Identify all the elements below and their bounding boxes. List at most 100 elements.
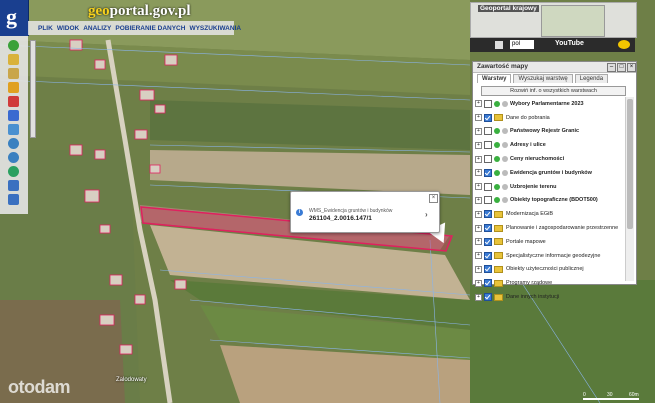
layer-item[interactable]: + Dane innych instytucji — [475, 290, 623, 304]
printer-icon[interactable] — [495, 41, 503, 49]
layer-checkbox[interactable] — [484, 224, 492, 233]
close-icon[interactable]: × — [627, 63, 636, 72]
menu-pobieranie-danych[interactable]: POBIERANIE DANYCH — [115, 25, 185, 32]
layer-checkbox[interactable] — [484, 237, 492, 246]
language-select[interactable]: pol — [510, 40, 534, 49]
layer-list-scrollbar[interactable] — [625, 97, 634, 281]
layer-checkbox[interactable] — [484, 293, 492, 302]
minimize-icon[interactable]: – — [607, 63, 616, 72]
globe-icon[interactable] — [8, 166, 19, 177]
expand-icon[interactable]: + — [475, 127, 482, 135]
expand-icon[interactable]: + — [475, 196, 482, 204]
expand-icon[interactable]: + — [475, 155, 482, 163]
zoom-out-icon[interactable] — [8, 152, 19, 163]
tab-wyszukaj-warstwe[interactable]: Wyszukaj warstwę — [513, 74, 573, 83]
layer-label: Obiekty użyteczności publicznej — [506, 266, 584, 273]
expand-icon[interactable]: + — [475, 238, 482, 246]
layer-item[interactable]: + Dane do pobrania — [475, 111, 623, 125]
folder-icon[interactable] — [8, 68, 19, 79]
expand-all-button[interactable]: Rozwiń inf. o wszystkich warstwach — [481, 86, 626, 96]
chevron-right-icon[interactable]: › — [425, 210, 428, 219]
top-toolbar: pol YouTube — [470, 38, 635, 52]
tab-warstwy[interactable]: Warstwy — [477, 74, 512, 83]
overview-panel: Geoportal krajowy — [470, 2, 637, 38]
scale-label-30: 30 — [607, 392, 613, 398]
expand-icon[interactable]: + — [475, 265, 482, 273]
layer-checkbox[interactable] — [484, 99, 492, 108]
service-type-icon — [502, 156, 508, 163]
layer-item[interactable]: + Portale mapowe — [475, 235, 623, 249]
layer-item[interactable]: + Uzbrojenie terenu — [475, 180, 623, 194]
back-arrow-icon[interactable] — [8, 180, 19, 191]
layer-checkbox[interactable] — [484, 196, 492, 205]
geoportal-logo[interactable]: g — [0, 0, 29, 36]
overview-minimap[interactable] — [541, 5, 605, 37]
layer-item[interactable]: + Modernizacja EGiB — [475, 207, 623, 221]
popup-layer-label: WMS_Ewidencja gruntów i budynków — [309, 208, 393, 214]
expand-icon[interactable]: + — [475, 100, 482, 108]
expand-icon[interactable]: + — [475, 293, 482, 301]
popup-parcel-id[interactable]: 261104_2.0016.147/1 — [309, 215, 372, 222]
layer-checkbox[interactable] — [484, 155, 492, 164]
expand-icon[interactable]: + — [475, 252, 482, 260]
layer-item[interactable]: + Adresy i ulice — [475, 138, 623, 152]
service-type-icon — [502, 100, 508, 107]
menu-plik[interactable]: PLIK — [38, 25, 53, 32]
service-status-icon — [494, 169, 500, 176]
layer-checkbox[interactable] — [484, 182, 492, 191]
scale-label-0: 0 — [583, 392, 586, 398]
eye-icon[interactable] — [618, 40, 630, 49]
expand-icon[interactable]: + — [475, 210, 482, 218]
expand-icon[interactable]: + — [475, 114, 482, 122]
layer-label: Wybory Parlamentarne 2023 — [510, 100, 584, 107]
expand-icon[interactable]: + — [475, 169, 482, 177]
info-icon[interactable] — [8, 40, 19, 51]
maximize-icon[interactable]: □ — [617, 63, 626, 72]
expand-icon[interactable]: + — [475, 279, 482, 287]
layer-label: Dane innych instytucji — [506, 294, 560, 301]
draw-icon[interactable] — [8, 110, 19, 121]
menu-widok[interactable]: WIDOK — [57, 25, 79, 32]
layers-icon[interactable] — [8, 54, 19, 65]
layer-checkbox[interactable] — [484, 210, 492, 219]
search-icon[interactable] — [8, 124, 19, 135]
layer-item[interactable]: + Państwowy Rejestr Granic — [475, 125, 623, 139]
layer-item[interactable]: + Ewidencja gruntów i budynków — [475, 166, 623, 180]
zoom-slider[interactable] — [30, 40, 36, 138]
layer-item[interactable]: + Obiekty użyteczności publicznej — [475, 263, 623, 277]
measure-icon[interactable] — [8, 96, 19, 107]
youtube-link[interactable]: YouTube — [555, 40, 584, 47]
service-type-icon — [502, 197, 508, 204]
layer-checkbox[interactable] — [484, 251, 492, 260]
menu-analizy[interactable]: ANALIZY — [83, 25, 111, 32]
popup-close-icon[interactable]: × — [429, 194, 438, 203]
folder-icon — [494, 293, 503, 301]
layer-label: Portale mapowe — [506, 238, 546, 245]
menu-wyszukiwania[interactable]: WYSZUKIWANIA — [189, 25, 241, 32]
print-icon[interactable] — [8, 82, 19, 93]
layer-checkbox[interactable] — [484, 168, 492, 177]
layer-checkbox[interactable] — [484, 127, 492, 136]
expand-icon[interactable]: + — [475, 141, 482, 149]
zoom-in-icon[interactable] — [8, 138, 19, 149]
layer-checkbox[interactable] — [484, 265, 492, 274]
layer-checkbox[interactable] — [484, 141, 492, 150]
service-type-icon — [502, 142, 508, 149]
forward-arrow-icon[interactable] — [8, 194, 19, 205]
folder-icon — [494, 238, 503, 246]
layer-item[interactable]: + Specjalistyczne informacje geodezyjne — [475, 249, 623, 263]
layer-item[interactable]: + Programy rządowe — [475, 276, 623, 290]
expand-icon[interactable]: + — [475, 183, 482, 191]
expand-icon[interactable]: + — [475, 224, 482, 232]
service-type-icon — [502, 169, 508, 176]
layer-label: Ewidencja gruntów i budynków — [510, 169, 592, 176]
scale-bar: 0 30 60m — [583, 392, 643, 400]
layer-checkbox[interactable] — [484, 279, 492, 288]
layer-checkbox[interactable] — [484, 113, 492, 122]
layer-item[interactable]: + Ceny nieruchomości — [475, 152, 623, 166]
tab-legenda[interactable]: Legenda — [574, 74, 609, 83]
map-contents-panel: Zawartość mapy – □ × Warstwy Wyszukaj wa… — [472, 61, 637, 302]
layer-item[interactable]: + Wybory Parlamentarne 2023 — [475, 97, 623, 111]
layer-item[interactable]: + Planowanie i zagospodarowanie przestrze… — [475, 221, 623, 235]
layer-item[interactable]: + Obiekty topograficzne (BDOT500) — [475, 194, 623, 208]
